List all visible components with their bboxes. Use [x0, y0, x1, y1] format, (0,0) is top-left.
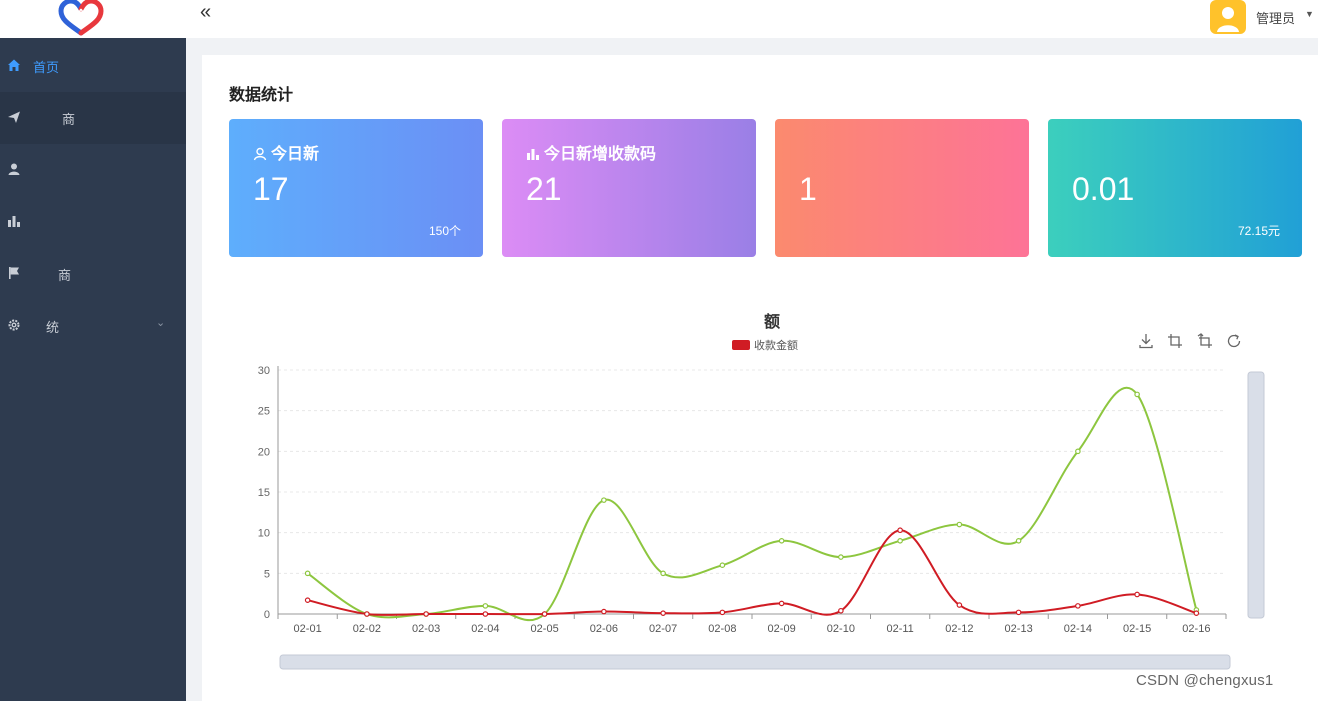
y-tick-label: 10: [258, 528, 270, 540]
sidebar-item-label: 统: [46, 320, 60, 335]
data-point: [364, 611, 370, 617]
data-point: [1075, 448, 1081, 455]
data-point: [956, 521, 963, 528]
data-point: [838, 554, 844, 560]
data-point: [778, 600, 785, 607]
x-tick-label: 02-13: [1005, 623, 1033, 635]
data-point: [897, 537, 903, 544]
data-point: [601, 608, 607, 615]
sidebar-item-users[interactable]: [0, 144, 186, 196]
sidebar-item-home[interactable]: 首页: [0, 40, 186, 92]
x-tick-label: 02-11: [886, 623, 913, 635]
data-point: [1015, 537, 1022, 544]
y-tick-label: 5: [264, 568, 270, 580]
y-tick-label: 25: [258, 406, 270, 418]
series-line-amount: [307, 529, 1197, 617]
avatar[interactable]: [1210, 0, 1246, 34]
chevron-down-icon[interactable]: ⌄: [156, 316, 165, 329]
bar-chart-icon: [8, 216, 20, 227]
logo-icon: [58, 0, 104, 36]
x-tick-label: 02-04: [471, 623, 499, 635]
chevron-down-icon[interactable]: ▼: [1305, 9, 1314, 19]
sidebar-item-stats[interactable]: [0, 196, 186, 248]
data-point: [660, 610, 666, 616]
x-tick-label: 02-16: [1182, 623, 1210, 635]
sidebar-item-system[interactable]: 统 ⌄: [0, 300, 186, 352]
data-point: [304, 597, 311, 603]
series-line-secondary: [307, 386, 1198, 622]
y-tick-label: 0: [264, 609, 270, 621]
sidebar-item-label: 首页: [33, 60, 60, 75]
data-point: [956, 602, 963, 608]
user-avatar-icon: [1217, 7, 1239, 32]
x-tick-label: 02-15: [1123, 623, 1151, 635]
sidebar-item-merchant[interactable]: 商: [0, 92, 186, 144]
data-point: [838, 607, 844, 614]
sidebar-item-label: 商: [62, 112, 76, 127]
vertical-zoom-slider[interactable]: [1247, 371, 1265, 619]
data-point: [1075, 603, 1081, 609]
sidebar-item-agents[interactable]: 商: [0, 248, 186, 300]
data-point: [778, 537, 785, 544]
x-tick-label: 02-14: [1064, 623, 1092, 635]
data-point: [719, 562, 726, 569]
y-tick-label: 15: [258, 487, 270, 499]
data-point: [1134, 591, 1140, 598]
x-tick-label: 02-05: [531, 623, 559, 635]
x-tick-label: 02-09: [768, 623, 796, 635]
x-tick-label: 02-10: [827, 623, 855, 635]
data-point: [1134, 391, 1140, 398]
user-name[interactable]: 管理员: [1256, 8, 1295, 27]
user-icon: [8, 163, 20, 175]
data-point: [541, 611, 548, 617]
double-chevron-left-icon[interactable]: «: [200, 1, 211, 23]
paper-plane-icon: [8, 111, 20, 123]
x-tick-label: 02-01: [294, 623, 322, 635]
main-panel: 数据统计 今日新 17 150个 今日新增收款码 21 1 0.01 72.15…: [202, 55, 1318, 701]
data-point: [897, 527, 903, 534]
x-tick-label: 02-06: [590, 623, 618, 635]
watermark: CSDN @chengxus1: [1136, 672, 1274, 689]
data-point: [423, 611, 429, 617]
y-tick-label: 20: [258, 446, 270, 458]
data-point: [719, 609, 726, 616]
data-point: [601, 497, 607, 503]
y-tick-label: 30: [258, 365, 270, 377]
x-tick-label: 02-07: [649, 623, 677, 635]
data-point: [1193, 610, 1200, 616]
x-tick-label: 02-12: [945, 623, 973, 635]
x-tick-label: 02-02: [353, 623, 381, 635]
flag-icon: [9, 267, 19, 279]
data-point: [1015, 609, 1022, 616]
x-tick-label: 02-03: [412, 623, 440, 635]
gear-icon: [8, 319, 20, 331]
sidebar-item-label: 商: [58, 268, 72, 283]
data-point: [660, 570, 666, 577]
sidebar: 首页 商 商 统 ⌄: [0, 38, 186, 701]
home-icon: [8, 59, 20, 71]
data-point: [482, 611, 489, 617]
line-chart: 0 5 10 15 20 25 30 02-01 02-02 02-03 02-04 02-05 02-…: [258, 365, 1265, 670]
horizontal-zoom-slider[interactable]: [279, 654, 1231, 670]
data-point: [304, 570, 311, 577]
top-header: « 管理员 ▼: [0, 0, 1318, 38]
x-tick-label: 02-08: [708, 623, 736, 635]
data-point: [482, 603, 489, 609]
